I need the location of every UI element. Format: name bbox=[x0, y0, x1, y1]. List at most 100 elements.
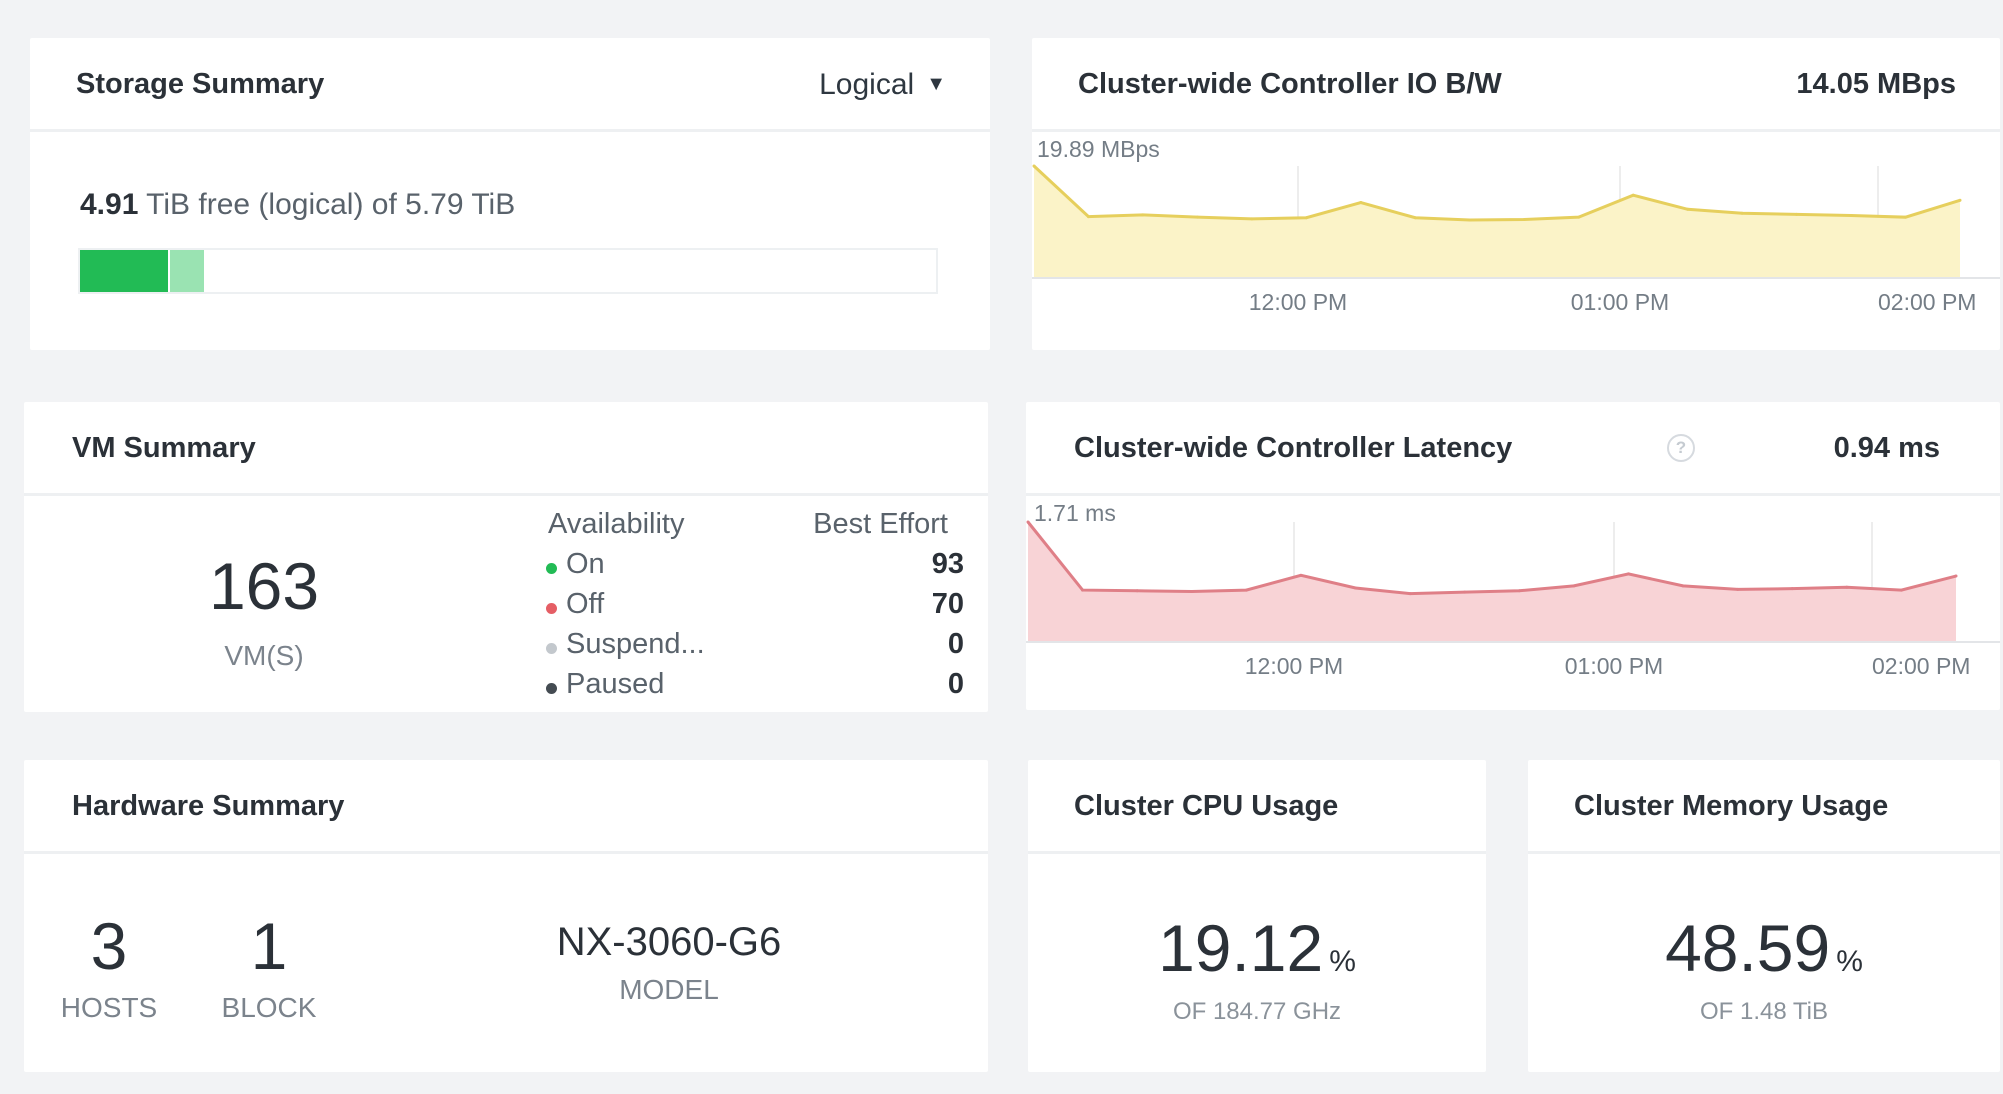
latency-widget[interactable]: Cluster-wide Controller Latency ? 0.94 m… bbox=[1026, 402, 2000, 710]
vm-status-row[interactable]: Suspend... 0 bbox=[544, 628, 964, 666]
status-dot-icon bbox=[546, 683, 557, 694]
vm-summary-title: VM Summary bbox=[72, 432, 256, 464]
chart-data-point[interactable] bbox=[1244, 588, 1248, 592]
memory-usage-value: 48.59 bbox=[1665, 911, 1831, 985]
hosts-count[interactable]: 3 bbox=[34, 908, 184, 984]
chart-data-point[interactable] bbox=[1845, 585, 1849, 589]
x-tick-label: 01:00 PM bbox=[1571, 289, 1669, 315]
block-label: BLOCK bbox=[221, 992, 317, 1023]
cpu-usage-value: 19.12 bbox=[1158, 911, 1324, 985]
storage-summary-widget: Storage Summary Logical ▼ 4.91 TiB free (… bbox=[30, 38, 990, 350]
vm-status-row[interactable]: On 93 bbox=[544, 548, 964, 586]
chart-data-point[interactable] bbox=[1577, 215, 1581, 219]
chart-data-point[interactable] bbox=[1190, 589, 1194, 593]
vm-summary-header: VM Summary bbox=[24, 402, 988, 496]
chart-data-point[interactable] bbox=[1299, 573, 1303, 577]
vm-status-value: 70 bbox=[931, 588, 964, 620]
chart-data-point[interactable] bbox=[1954, 574, 1958, 578]
storage-summary-title: Storage Summary bbox=[76, 68, 325, 100]
chart-data-point[interactable] bbox=[1904, 215, 1908, 219]
x-tick-label: 12:00 PM bbox=[1249, 289, 1347, 315]
vm-status-row[interactable]: Off 70 bbox=[544, 588, 964, 626]
chart-data-point[interactable] bbox=[1250, 217, 1254, 221]
chart-data-point[interactable] bbox=[1195, 215, 1199, 219]
memory-usage-header: Cluster Memory Usage bbox=[1528, 760, 2000, 854]
storage-view-dropdown[interactable]: Logical ▼ bbox=[819, 68, 946, 102]
storage-view-selected: Logical bbox=[819, 68, 915, 101]
chart-data-point[interactable] bbox=[1631, 193, 1635, 197]
x-tick-label: 12:00 PM bbox=[1245, 653, 1343, 679]
vm-count-label: VM(S) bbox=[224, 640, 304, 671]
chart-data-point[interactable] bbox=[1626, 572, 1630, 576]
chart-data-point[interactable] bbox=[1517, 589, 1521, 593]
storage-usage-bar bbox=[78, 248, 938, 294]
vm-status-value: 0 bbox=[947, 628, 964, 660]
chart-data-point[interactable] bbox=[1032, 164, 1036, 168]
chart-data-point[interactable] bbox=[1572, 584, 1576, 588]
io-bandwidth-widget[interactable]: Cluster-wide Controller IO B/W 14.05 MBp… bbox=[1032, 38, 2000, 350]
cpu-usage-value-group: 19.12% bbox=[1028, 910, 1486, 986]
chart-data-point[interactable] bbox=[1736, 587, 1740, 591]
memory-usage-value-group: 48.59% bbox=[1528, 910, 2000, 986]
chart-data-point[interactable] bbox=[1899, 588, 1903, 592]
chart-data-point[interactable] bbox=[1686, 207, 1690, 211]
vm-status-label: On bbox=[566, 548, 605, 580]
status-dot-icon bbox=[546, 603, 557, 614]
vm-status-value: 93 bbox=[931, 548, 964, 580]
x-tick-label: 01:00 PM bbox=[1565, 653, 1663, 679]
vm-availability-header: Availability bbox=[548, 508, 685, 540]
storage-used-segment bbox=[80, 250, 168, 292]
hardware-model: NX-3060-G6 bbox=[556, 920, 782, 964]
memory-usage-unit: % bbox=[1836, 945, 1863, 978]
chart-area-fill bbox=[1034, 166, 1960, 278]
chart-data-point[interactable] bbox=[1359, 201, 1363, 205]
storage-free-detail: TiB free (logical) of 5.79 TiB bbox=[138, 188, 516, 221]
hosts-label: HOSTS bbox=[60, 992, 158, 1023]
memory-usage-title: Cluster Memory Usage bbox=[1574, 790, 1889, 822]
chart-data-point[interactable] bbox=[1790, 587, 1794, 591]
chart-data-point[interactable] bbox=[1463, 590, 1467, 594]
vm-status-label: Suspend... bbox=[566, 628, 705, 660]
x-tick-label: 02:00 PM bbox=[1872, 653, 1970, 679]
memory-usage-widget[interactable]: Cluster Memory Usage 48.59% OF 1.48 TiB bbox=[1528, 760, 2000, 1072]
chart-data-point[interactable] bbox=[1354, 586, 1358, 590]
chart-data-point[interactable] bbox=[1795, 212, 1799, 216]
status-dot-icon bbox=[546, 563, 557, 574]
chart-series-line bbox=[1026, 521, 1957, 596]
hardware-model-label: MODEL bbox=[619, 974, 719, 1005]
vm-status-row[interactable]: Paused 0 bbox=[544, 668, 964, 706]
block-count[interactable]: 1 bbox=[194, 908, 344, 984]
chart-data-point[interactable] bbox=[1849, 213, 1853, 217]
vm-count[interactable]: 163 bbox=[114, 548, 414, 624]
chart-area-fill bbox=[1028, 522, 1956, 642]
cpu-usage-widget[interactable]: Cluster CPU Usage 19.12% OF 184.77 GHz bbox=[1028, 760, 1486, 1072]
chart-data-point[interactable] bbox=[1026, 520, 1030, 524]
vm-status-value: 0 bbox=[947, 668, 964, 700]
chart-data-point[interactable] bbox=[1086, 215, 1090, 219]
chart-data-point[interactable] bbox=[1681, 584, 1685, 588]
status-dot-icon bbox=[546, 643, 557, 654]
chart-data-point[interactable] bbox=[1304, 216, 1308, 220]
hardware-summary-widget: Hardware Summary 3 HOSTS 1 BLOCK NX-3060… bbox=[24, 760, 988, 1072]
storage-free-text: 4.91 TiB free (logical) of 5.79 TiB bbox=[80, 188, 515, 222]
io-bandwidth-chart[interactable]: 12:00 PM 01:00 PM 02:00 PM bbox=[1032, 38, 2000, 350]
chart-data-point[interactable] bbox=[1522, 217, 1526, 221]
latency-chart[interactable]: 12:00 PM 01:00 PM 02:00 PM bbox=[1026, 402, 2000, 710]
chart-data-point[interactable] bbox=[1958, 198, 1962, 202]
storage-free-value: 4.91 bbox=[80, 188, 139, 221]
chart-data-point[interactable] bbox=[1468, 218, 1472, 222]
storage-summary-header: Storage Summary Logical ▼ bbox=[30, 38, 990, 132]
dashboard: Storage Summary Logical ▼ 4.91 TiB free (… bbox=[0, 0, 2003, 1094]
chart-data-point[interactable] bbox=[1740, 211, 1744, 215]
vm-summary-widget: VM Summary 163 VM(S) Availability Best E… bbox=[24, 402, 988, 712]
chart-data-point[interactable] bbox=[1408, 592, 1412, 596]
vm-best-effort-header: Best Effort bbox=[813, 508, 948, 540]
chart-data-point[interactable] bbox=[1081, 588, 1085, 592]
cpu-usage-capacity: OF 184.77 GHz bbox=[1172, 998, 1342, 1025]
hardware-summary-header: Hardware Summary bbox=[24, 760, 988, 854]
chart-data-point[interactable] bbox=[1141, 213, 1145, 217]
chart-data-point[interactable] bbox=[1135, 589, 1139, 593]
chart-data-point[interactable] bbox=[1413, 216, 1417, 220]
vm-status-label: Off bbox=[566, 588, 605, 620]
cpu-usage-header: Cluster CPU Usage bbox=[1028, 760, 1486, 854]
